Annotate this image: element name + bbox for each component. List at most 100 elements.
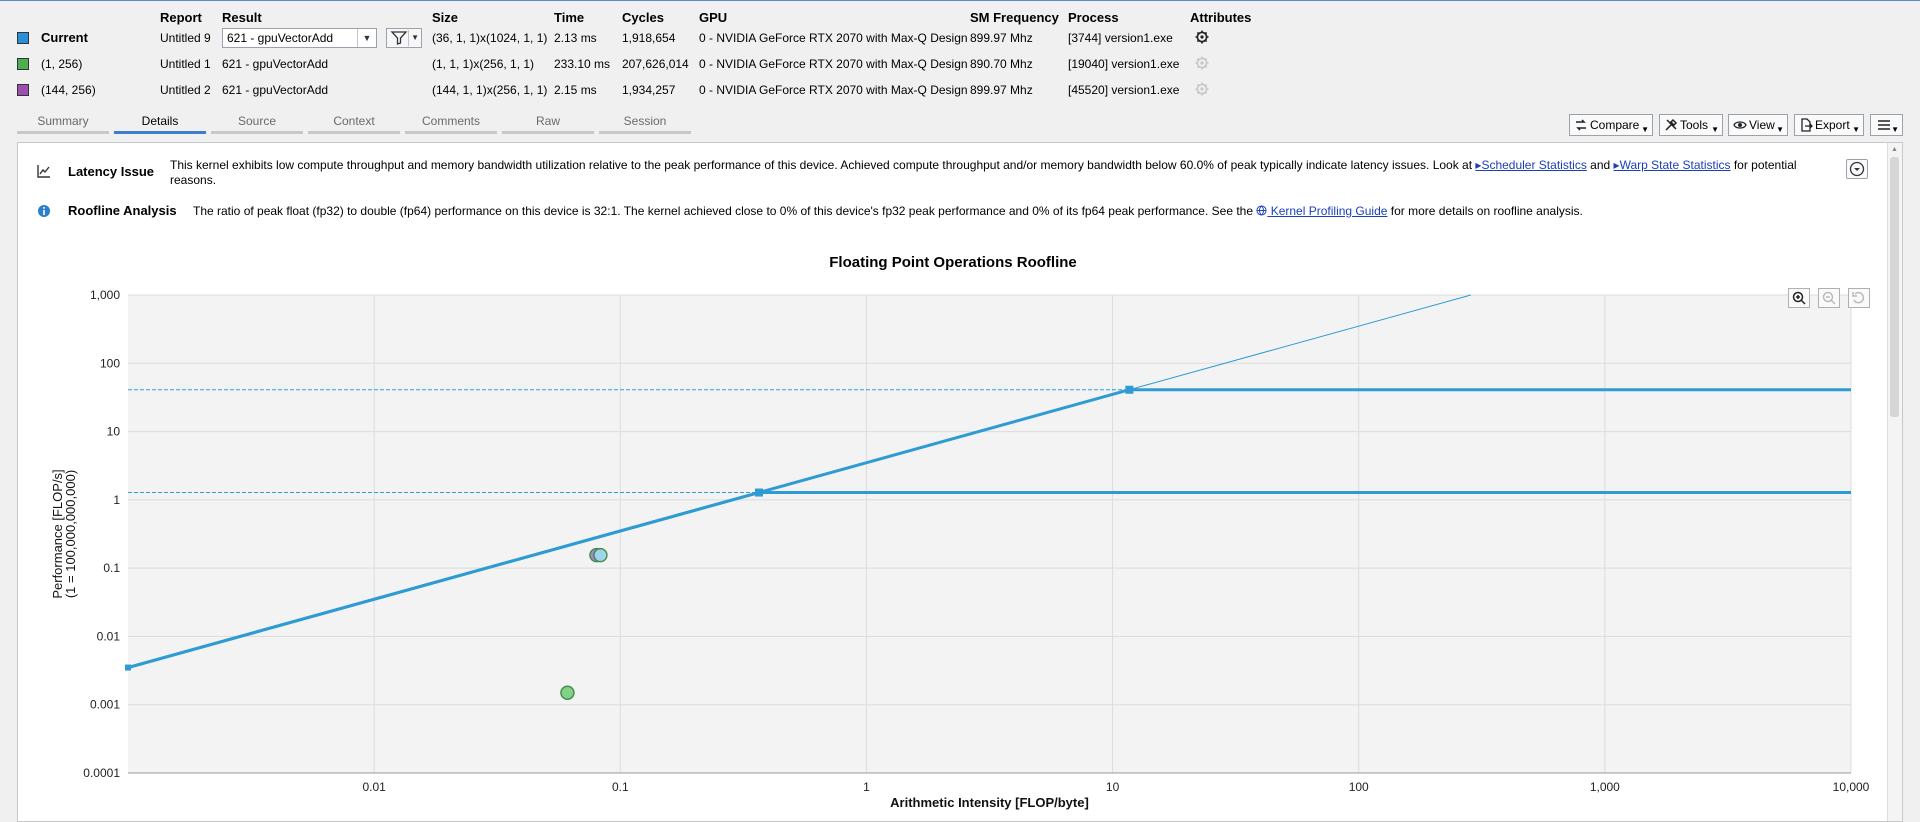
- y-tick-label: 1: [113, 493, 120, 507]
- scrollbar-thumb[interactable]: [1890, 157, 1899, 417]
- chevron-down-icon: ▼: [1891, 125, 1899, 134]
- achieved-point: [593, 547, 608, 563]
- row-name: (1, 256): [41, 57, 83, 71]
- view-button[interactable]: View ▼: [1728, 114, 1788, 136]
- header-report: Report: [160, 10, 202, 25]
- hamburger-icon: [1878, 120, 1890, 130]
- roofline-chart[interactable]: 0.01 0.1 1 10 100 1,000 10,000 0.0001 0.001 0.01 0…: [18, 143, 1888, 821]
- zoom-in-icon: [1792, 291, 1806, 305]
- tab-raw[interactable]: Raw: [502, 112, 594, 134]
- export-icon: [1801, 118, 1813, 132]
- chevron-down-icon[interactable]: ▼: [357, 29, 376, 47]
- header-gpu: GPU: [699, 10, 728, 25]
- zoom-out-button[interactable]: [1818, 288, 1840, 308]
- tools-button[interactable]: Tools ▼: [1659, 114, 1723, 136]
- row-cycles: 1,934,257: [622, 83, 676, 97]
- row-size: (36, 1, 1)x(1024, 1, 1): [432, 31, 548, 45]
- series-color-swatch: [17, 58, 29, 70]
- y-tick-label: 0.001: [90, 698, 120, 712]
- x-tick-label: 1: [863, 780, 870, 794]
- row-report: Untitled 9: [160, 31, 211, 45]
- tools-label: Tools: [1680, 118, 1709, 132]
- series-color-swatch: [17, 84, 29, 96]
- view-label: View: [1749, 118, 1775, 132]
- row-sm-frequency: 899.97 Mhz: [970, 31, 1033, 45]
- result-row-current[interactable]: Current Untitled 9 621 - gpuVectorAdd ▼ …: [0, 27, 1300, 51]
- header-result: Result: [222, 10, 262, 25]
- result-select-value: 621 - gpuVectorAdd: [227, 31, 334, 45]
- chevron-down-icon[interactable]: ▼: [408, 30, 419, 46]
- header-process: Process: [1068, 10, 1119, 25]
- x-tick-label: 1,000: [1590, 780, 1620, 794]
- x-axis-label: Arithmetic Intensity [FLOP/byte]: [890, 795, 1089, 810]
- nsight-compute-window: Report Result Size Time Cycles GPU SM Fr…: [0, 0, 1920, 822]
- row-process: [45520] version1.exe: [1068, 83, 1180, 97]
- tab-comments[interactable]: Comments: [405, 112, 497, 134]
- row-cycles: 1,918,654: [622, 31, 676, 45]
- x-tick-label: 10,000: [1833, 780, 1870, 794]
- row-time: 2.13 ms: [554, 31, 597, 45]
- result-row-baseline-1[interactable]: (1, 256) Untitled 1 621 - gpuVectorAdd (…: [0, 53, 1300, 77]
- row-size: (1, 1, 1)x(256, 1, 1): [432, 57, 535, 71]
- result-row-baseline-2[interactable]: (144, 256) Untitled 2 621 - gpuVectorAdd…: [0, 79, 1300, 103]
- gear-icon[interactable]: [1195, 30, 1209, 44]
- row-gpu: 0 - NVIDIA GeForce RTX 2070 with Max-Q D…: [699, 31, 968, 45]
- plot-area: [128, 295, 1851, 773]
- row-report: Untitled 1: [160, 57, 211, 71]
- tab-context[interactable]: Context: [308, 112, 400, 134]
- vertical-scrollbar[interactable]: ▲: [1887, 143, 1902, 821]
- x-tick-label: 0.01: [362, 780, 386, 794]
- row-cycles: 207,626,014: [622, 57, 689, 71]
- row-name: (144, 256): [41, 83, 96, 97]
- zoom-in-button[interactable]: [1788, 288, 1810, 308]
- x-tick-label: 0.1: [612, 780, 629, 794]
- ridge-point-marker: [754, 488, 763, 497]
- chevron-down-icon: ▼: [1776, 125, 1784, 134]
- reset-zoom-button[interactable]: [1848, 288, 1870, 308]
- header-cycles: Cycles: [622, 10, 664, 25]
- row-name: Current: [41, 30, 88, 45]
- tab-summary[interactable]: Summary: [17, 112, 109, 134]
- achieved-point: [560, 685, 575, 700]
- row-result: 621 - gpuVectorAdd: [222, 83, 329, 97]
- x-tick-label: 10: [1106, 780, 1120, 794]
- gear-icon[interactable]: [1195, 56, 1209, 70]
- header-time: Time: [554, 10, 585, 25]
- tab-source[interactable]: Source: [211, 112, 303, 134]
- header-attributes: Attributes: [1190, 10, 1252, 25]
- eye-icon: [1733, 121, 1747, 129]
- header-sm-frequency: SM Frequency: [970, 10, 1059, 25]
- result-select[interactable]: 621 - gpuVectorAdd ▼: [222, 28, 377, 48]
- row-sm-frequency: 899.97 Mhz: [970, 83, 1033, 97]
- x-tick-label: 100: [1349, 780, 1369, 794]
- y-tick-label: 0.0001: [83, 766, 120, 780]
- tools-icon: [1665, 118, 1678, 131]
- y-tick-label: 100: [100, 356, 120, 370]
- y-tick-label: 10: [107, 425, 121, 439]
- compare-label: Compare: [1590, 118, 1640, 132]
- menu-button[interactable]: ▼: [1870, 114, 1903, 136]
- chevron-down-icon: ▼: [1852, 125, 1860, 134]
- row-sm-frequency: 890.70 Mhz: [970, 57, 1033, 71]
- chevron-down-icon: ▼: [1711, 125, 1719, 134]
- y-tick-label: 0.01: [97, 629, 121, 643]
- compare-icon: [1576, 119, 1586, 131]
- header-size: Size: [432, 10, 459, 25]
- tab-details[interactable]: Details: [114, 112, 206, 134]
- compare-button[interactable]: Compare ▼: [1569, 114, 1653, 136]
- row-report: Untitled 2: [160, 83, 211, 97]
- gear-icon[interactable]: [1195, 82, 1209, 96]
- row-gpu: 0 - NVIDIA GeForce RTX 2070 with Max-Q D…: [699, 83, 968, 97]
- export-label: Export: [1815, 118, 1850, 132]
- scroll-up-icon[interactable]: ▲: [1891, 146, 1898, 153]
- row-gpu: 0 - NVIDIA GeForce RTX 2070 with Max-Q D…: [699, 57, 968, 71]
- row-time: 2.15 ms: [554, 83, 597, 97]
- zoom-out-icon: [1822, 291, 1836, 305]
- tab-session[interactable]: Session: [599, 112, 691, 134]
- y-tick-label: 1,000: [90, 288, 120, 302]
- row-process: [19040] version1.exe: [1068, 57, 1180, 71]
- series-color-swatch: [17, 32, 29, 44]
- filter-icon: [390, 31, 408, 45]
- export-button[interactable]: Export ▼: [1794, 114, 1864, 136]
- filter-button[interactable]: ▼: [386, 28, 422, 48]
